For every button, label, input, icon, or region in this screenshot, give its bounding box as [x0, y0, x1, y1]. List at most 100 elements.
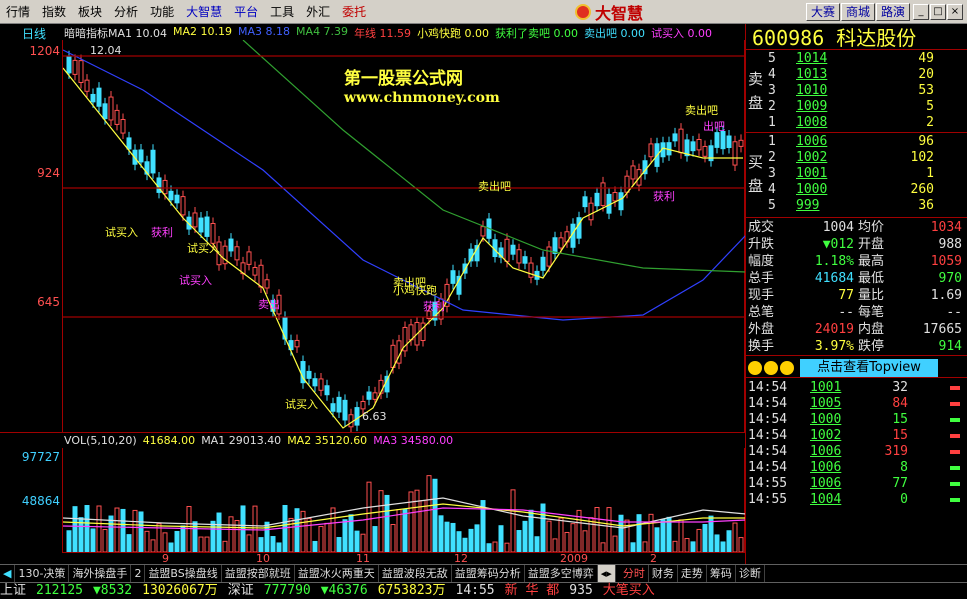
buy-level-row[interactable]: 1 1006 96 — [768, 134, 964, 150]
sell-level-row[interactable]: 5 1014 49 — [768, 51, 964, 67]
tick-row: 14:55 1006 77 — [748, 476, 908, 491]
sell-level-row[interactable]: 3 1010 53 — [768, 83, 964, 99]
period-label[interactable]: 日线 — [22, 25, 46, 42]
sell-level-row[interactable]: 2 1009 5 — [768, 99, 964, 115]
menu-item-sector[interactable]: 板块 — [72, 0, 108, 24]
candle — [456, 270, 462, 301]
tick-bars — [950, 386, 964, 536]
volume-bar — [126, 534, 132, 553]
menu-item-dzh[interactable]: 大智慧 — [180, 0, 228, 24]
topview-button[interactable]: 点击查看Topview — [800, 359, 938, 377]
volume-bar — [618, 514, 624, 553]
candle — [594, 187, 600, 212]
volume-bar — [216, 512, 222, 553]
maximize-icon[interactable]: □ — [930, 4, 946, 20]
menu-item-tools[interactable]: 工具 — [264, 0, 300, 24]
volume-bar — [444, 521, 450, 553]
buy-level-row[interactable]: 5 999 36 — [768, 198, 964, 214]
candle — [228, 233, 234, 257]
volume-bar — [594, 507, 600, 553]
formula-tab[interactable]: 益盟冰火两重天 — [295, 565, 379, 582]
topview-dot-icon — [748, 361, 762, 375]
volume-bar — [414, 489, 420, 553]
sell-level-row[interactable]: 1 1008 2 — [768, 115, 964, 131]
volume-bar — [600, 542, 606, 553]
formula-tab[interactable]: 海外操盘手 — [69, 565, 132, 582]
menu-item-forex[interactable]: 外汇 — [300, 0, 336, 24]
scroll-left-icon[interactable]: ◀ — [0, 565, 16, 582]
volume-bar — [648, 513, 654, 553]
candle — [444, 278, 450, 313]
formula-tab[interactable]: 益盟波段无敌 — [379, 565, 452, 582]
menu-item-functions[interactable]: 功能 — [144, 0, 180, 24]
minimize-icon[interactable]: _ — [913, 4, 929, 20]
volume-bar — [450, 522, 456, 553]
volume-bar — [702, 524, 708, 553]
right-tab-diagnose[interactable]: 诊断 — [736, 565, 765, 582]
legend-item: VOL(5,10,20) — [64, 434, 137, 447]
formula-tab[interactable]: 130-决策 — [15, 565, 70, 582]
volume-bar — [510, 489, 516, 553]
formula-tab[interactable]: 益盟按部就班 — [222, 565, 295, 582]
quote-panel: 600986 科达股份 卖盘 5 1014 49 4 1013 20 3 1010 53 2 100… — [745, 24, 967, 564]
volume-bar — [654, 527, 660, 553]
stat-row: 换手 3.97% 跌停 914 — [748, 339, 962, 354]
right-tab-minute[interactable]: 分时 — [620, 565, 649, 582]
buy-level-row[interactable]: 4 1000 260 — [768, 182, 964, 198]
volume-bar — [534, 536, 540, 553]
mall-button[interactable]: 商城 — [841, 3, 876, 21]
candle — [174, 189, 180, 209]
menu-item-quotes[interactable]: 行情 — [0, 0, 36, 24]
legend-item: 年线 11.59 — [354, 27, 412, 40]
volume-bar — [678, 519, 684, 553]
formula-tab[interactable]: 2 — [131, 565, 146, 582]
right-tab-chips[interactable]: 筹码 — [707, 565, 736, 582]
volume-bar — [390, 523, 396, 553]
volume-bar — [684, 538, 690, 553]
legend-item: MA4 7.39 — [296, 25, 349, 38]
status-item: 上证 — [0, 583, 27, 598]
menu-item-index[interactable]: 指数 — [36, 0, 72, 24]
sell-level-row[interactable]: 4 1013 20 — [768, 67, 964, 83]
contest-button[interactable]: 大赛 — [806, 3, 841, 21]
volume-bar — [546, 520, 552, 553]
volume-bar — [174, 530, 180, 553]
menu-item-analysis[interactable]: 分析 — [108, 0, 144, 24]
signal-annotation: 出吧 — [703, 119, 725, 133]
volume-bar — [294, 508, 300, 553]
kline-chart-panel[interactable]: 日线 暗暗指标MA1 10.04 MA2 10.19 MA3 8.18 MA4 7.3… — [0, 24, 747, 565]
candle — [696, 133, 702, 156]
tab-nav-icon[interactable]: ◂▸ — [597, 565, 616, 582]
price-label-mid: 924 — [37, 166, 60, 180]
menu-item-trade[interactable]: 委托 — [336, 0, 372, 24]
candle — [402, 321, 408, 357]
sell-label: 卖盘 — [748, 70, 764, 112]
candle — [114, 104, 120, 131]
stock-title[interactable]: 600986 科达股份 — [746, 24, 967, 50]
tick-list[interactable]: 14:54 1001 32 14:54 1005 84 14:54 1000 15 14:54 10… — [746, 380, 967, 540]
formula-tab[interactable]: 益盟多空博弈 — [525, 565, 598, 582]
tick-row: 14:54 1001 32 — [748, 380, 908, 395]
volume-bar — [630, 542, 636, 553]
stat-row: 现手 77 量比 1.69 — [748, 288, 962, 303]
candle — [684, 133, 690, 162]
close-icon[interactable]: × — [947, 4, 963, 20]
roadshow-button[interactable]: 路演 — [876, 3, 911, 21]
volume-bar — [468, 528, 474, 553]
stats-table: 成交 1004 均价 1034 升跌 ▼012 开盘 988 幅度 1.18% 最高 1059 总手 41… — [746, 220, 967, 356]
right-tab-finance[interactable]: 财务 — [649, 565, 678, 582]
formula-tab[interactable]: 益盟筹码分析 — [452, 565, 525, 582]
volume-bar — [246, 534, 252, 553]
ma-line-yellow — [63, 67, 743, 429]
volume-bar — [408, 491, 414, 553]
candle — [312, 372, 318, 392]
candle — [642, 154, 648, 180]
buy-level-row[interactable]: 3 1001 1 — [768, 166, 964, 182]
right-tab-trend[interactable]: 走势 — [678, 565, 707, 582]
candle — [702, 140, 708, 163]
buy-level-row[interactable]: 2 1002 102 — [768, 150, 964, 166]
formula-tab[interactable]: 益盟BS操盘线 — [145, 565, 222, 582]
menu-item-platform[interactable]: 平台 — [228, 0, 264, 24]
volume-bar — [588, 517, 594, 553]
candle — [588, 197, 594, 226]
